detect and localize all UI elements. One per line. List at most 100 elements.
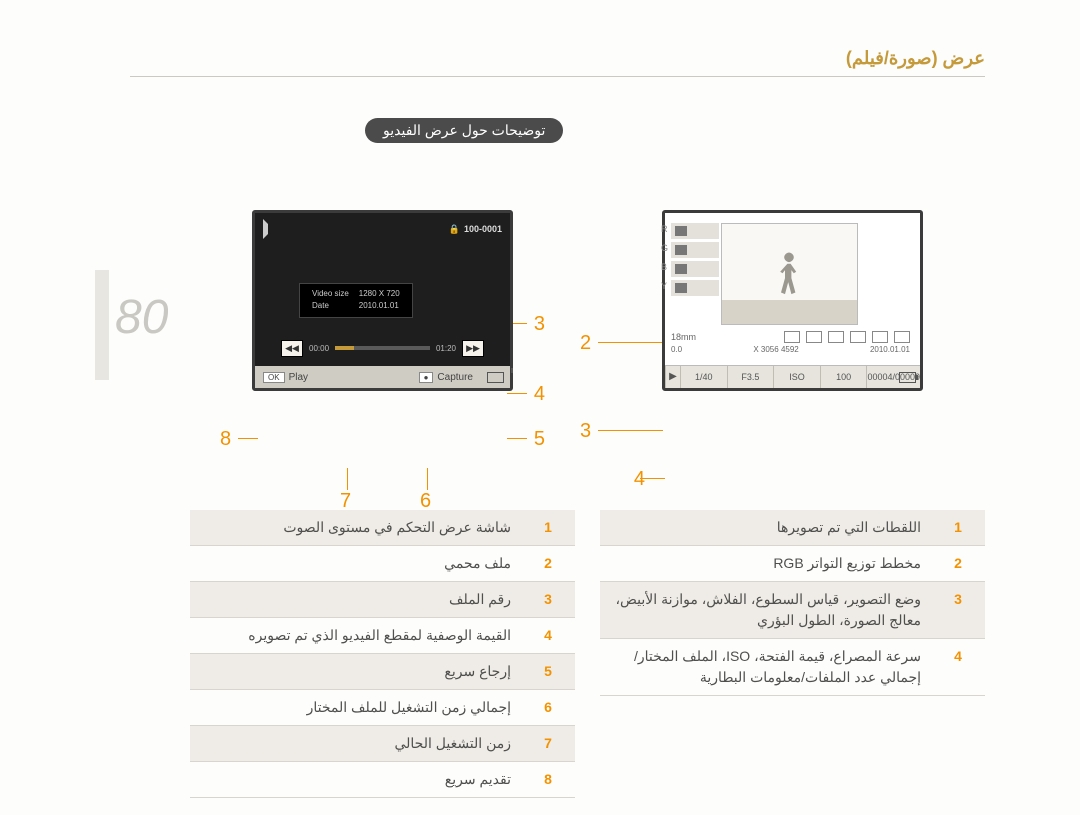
table-row: 1اللقطات التي تم تصويرها xyxy=(600,510,985,546)
legend-text: ملف محمي xyxy=(190,546,521,582)
fast-forward-button[interactable]: ▶▶ xyxy=(462,340,484,357)
metering-icon xyxy=(872,331,888,343)
table-row: 3وضع التصوير، قياس السطوع، الفلاش، موازن… xyxy=(600,582,985,639)
video-seek-bar: ◀◀ 00:00 01:20 ▶▶ xyxy=(281,340,484,356)
header-rule xyxy=(130,76,985,77)
info-date: 2010.01.01 xyxy=(870,345,910,354)
photo-info-row: 2010.01.01 4592 X 3056 0.0 xyxy=(671,345,910,354)
hist-b-label: B xyxy=(661,262,667,272)
meta-size-label: Video size xyxy=(308,289,353,299)
table-row: 4القيمة الوصفية لمقطع الفيديو الذي تم تص… xyxy=(190,618,575,654)
legend-text: إرجاع سريع xyxy=(190,654,521,690)
video-callout-6: 6 xyxy=(420,490,431,513)
legend-text: القيمة الوصفية لمقطع الفيديو الذي تم تصو… xyxy=(190,618,521,654)
video-callout-4: 4 xyxy=(534,383,545,406)
wb-icon xyxy=(828,331,844,343)
video-meta-box: Video size 1280 X 720 Date 2010.01.01 xyxy=(299,283,413,318)
photo-legend-table: 1اللقطات التي تم تصويرها2مخطط توزيع التو… xyxy=(600,510,985,696)
leader xyxy=(507,393,527,394)
legend-number: 2 xyxy=(931,546,985,582)
meta-size: 1280 X 720 xyxy=(355,289,404,299)
page-number-tab xyxy=(95,270,109,380)
rewind-button[interactable]: ◀◀ xyxy=(281,340,303,357)
status-fno: F3.5 xyxy=(727,366,774,388)
video-callout-7: 7 xyxy=(340,490,351,513)
photo-playback-display: R G B Y 18mm 2010.01.01 4592 X 3056 xyxy=(662,210,923,391)
video-playback-display: 🔒 100-0001 Video size 1280 X 720 Date 20… xyxy=(252,210,513,391)
mode-icon xyxy=(894,331,910,343)
hist-g-label: G xyxy=(661,243,668,253)
table-row: 4سرعة المصراع، قيمة الفتحة، ISO، الملف ا… xyxy=(600,639,985,696)
capture-label: Capture xyxy=(437,372,473,383)
leader xyxy=(640,478,665,479)
legend-number: 6 xyxy=(521,690,575,726)
legend-number: 4 xyxy=(931,639,985,696)
legend-text: رقم الملف xyxy=(190,582,521,618)
legend-number: 1 xyxy=(931,510,985,546)
seek-track[interactable] xyxy=(335,346,430,350)
leader xyxy=(347,468,348,490)
speaker-icon xyxy=(263,219,278,239)
pw-icon xyxy=(806,331,822,343)
video-legend-table: 1شاشة عرض التحكم في مستوى الصوت2ملف محمي… xyxy=(190,510,575,798)
play-label: Play xyxy=(289,372,308,383)
focal-length: 18mm xyxy=(671,332,696,342)
lock-icon: 🔒 xyxy=(449,224,460,235)
table-row: 2مخطط توزيع التواتر RGB xyxy=(600,546,985,582)
legend-text: مخطط توزيع التواتر RGB xyxy=(600,546,931,582)
table-row: 1شاشة عرض التحكم في مستوى الصوت xyxy=(190,510,575,546)
legend-text: تقديم سريع xyxy=(190,762,521,798)
time-current: 00:00 xyxy=(309,344,329,353)
table-row: 6إجمالي زمن التشغيل للملف المختار xyxy=(190,690,575,726)
page-number: 80 xyxy=(115,290,168,345)
table-row: 3رقم الملف xyxy=(190,582,575,618)
leader xyxy=(427,468,428,490)
legend-number: 7 xyxy=(521,726,575,762)
legend-text: زمن التشغيل الحالي xyxy=(190,726,521,762)
status-iso-val: 100 xyxy=(820,366,867,388)
photo-mode-icon-row: 18mm xyxy=(671,331,910,343)
status-iso-lbl: ISO xyxy=(773,366,820,388)
file-number: 100-0001 xyxy=(464,224,502,234)
battery-icon xyxy=(899,372,916,383)
photo-callout-2: 2 xyxy=(580,332,591,355)
play-glyph-icon: ▶ xyxy=(665,366,680,388)
subject-silhouette-icon xyxy=(773,253,805,297)
time-total: 01:20 xyxy=(436,344,456,353)
leader xyxy=(507,438,527,439)
photo-callout-4: 4 xyxy=(634,468,645,491)
meta-date-label: Date xyxy=(308,301,353,311)
legend-number: 4 xyxy=(521,618,575,654)
info-ev: 0.0 xyxy=(671,345,682,354)
table-row: 8تقديم سريع xyxy=(190,762,575,798)
info-res: 4592 X 3056 xyxy=(753,345,798,354)
table-row: 5إرجاع سريع xyxy=(190,654,575,690)
video-callout-3: 3 xyxy=(534,313,545,336)
photo-status-bar: 00004/00009 100 ISO F3.5 1/40 ▶ xyxy=(665,365,920,388)
leader xyxy=(598,342,663,343)
table-row: 2ملف محمي xyxy=(190,546,575,582)
legend-text: سرعة المصراع، قيمة الفتحة، ISO، الملف ال… xyxy=(600,639,931,696)
status-shutter: 1/40 xyxy=(680,366,727,388)
flash-icon xyxy=(850,331,866,343)
legend-text: وضع التصوير، قياس السطوع، الفلاش، موازنة… xyxy=(600,582,931,639)
ok-key-icon: OK xyxy=(263,372,285,383)
video-callout-8: 8 xyxy=(220,428,231,451)
legend-number: 2 xyxy=(521,546,575,582)
lens-icon xyxy=(784,331,800,343)
capture-key-icon: ● xyxy=(419,372,434,383)
legend-number: 1 xyxy=(521,510,575,546)
hist-r-label: R xyxy=(661,224,668,234)
leader xyxy=(238,438,258,439)
legend-text: اللقطات التي تم تصويرها xyxy=(600,510,931,546)
legend-number: 5 xyxy=(521,654,575,690)
legend-number: 3 xyxy=(521,582,575,618)
meta-date: 2010.01.01 xyxy=(355,301,404,311)
video-section-heading: توضيحات حول عرض الفيديو xyxy=(365,118,563,143)
legend-number: 3 xyxy=(931,582,985,639)
battery-icon xyxy=(487,372,504,383)
photo-thumbnail xyxy=(721,223,858,325)
video-callout-5: 5 xyxy=(534,428,545,451)
hist-y-label: Y xyxy=(661,281,667,291)
legend-text: شاشة عرض التحكم في مستوى الصوت xyxy=(190,510,521,546)
